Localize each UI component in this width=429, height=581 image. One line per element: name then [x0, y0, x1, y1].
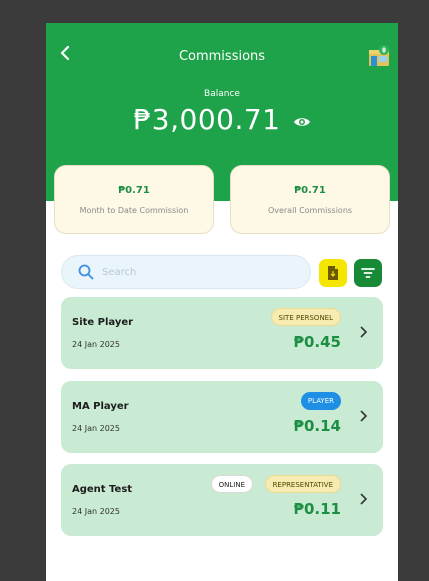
item-name: Agent Test [72, 484, 133, 495]
commissions-screen: Commissions Balance ₱3,000.71 ₱0.71 Mont… [46, 23, 398, 581]
overall-commissions-card: ₱0.71 Overall Commissions [230, 165, 390, 234]
item-name: Site Player [72, 317, 134, 328]
shop-icon[interactable] [367, 44, 391, 68]
balance-value: ₱3,000.71 [133, 103, 281, 136]
month-to-date-value: ₱0.71 [118, 185, 150, 196]
page-title: Commissions [178, 49, 266, 64]
status-badge: ONLINE [210, 475, 253, 493]
overall-commissions-value: ₱0.71 [294, 185, 326, 196]
document-export-icon [328, 266, 338, 280]
item-date: 24 Jan 2025 [72, 424, 120, 433]
overall-commissions-label: Overall Commissions [267, 206, 353, 215]
search-placeholder: Search [102, 266, 137, 278]
list-item[interactable]: MA Player 24 Jan 2025 PLAYER ₱0.14 [61, 381, 383, 453]
chevron-right-icon [360, 410, 368, 422]
role-badge: PLAYER [300, 392, 341, 410]
list-item[interactable]: Agent Test 24 Jan 2025 ONLINE REPRESENTA… [61, 464, 383, 536]
item-amount: ₱0.45 [293, 333, 341, 351]
item-date: 24 Jan 2025 [72, 340, 120, 349]
list-item[interactable]: Site Player 24 Jan 2025 SITE PERSONEL ₱0… [61, 297, 383, 369]
balance-row: ₱3,000.71 [46, 103, 398, 136]
item-amount: ₱0.11 [293, 500, 341, 518]
role-badge: REPRESENTATIVE [264, 475, 341, 493]
balance-label: Balance [204, 89, 240, 99]
filter-icon [361, 268, 375, 278]
item-name: MA Player [72, 401, 129, 412]
chevron-right-icon [360, 493, 368, 505]
search-icon [78, 264, 94, 280]
filter-button[interactable] [354, 259, 382, 287]
export-button[interactable] [319, 259, 347, 287]
eye-icon[interactable] [293, 116, 311, 128]
chevron-right-icon [360, 326, 368, 338]
search-input[interactable]: Search [61, 255, 311, 289]
month-to-date-card: ₱0.71 Month to Date Commission [54, 165, 214, 234]
item-date: 24 Jan 2025 [72, 507, 120, 516]
role-badge: SITE PERSONEL [270, 308, 341, 326]
month-to-date-label: Month to Date Commission [79, 206, 189, 215]
item-amount: ₱0.14 [293, 417, 341, 435]
